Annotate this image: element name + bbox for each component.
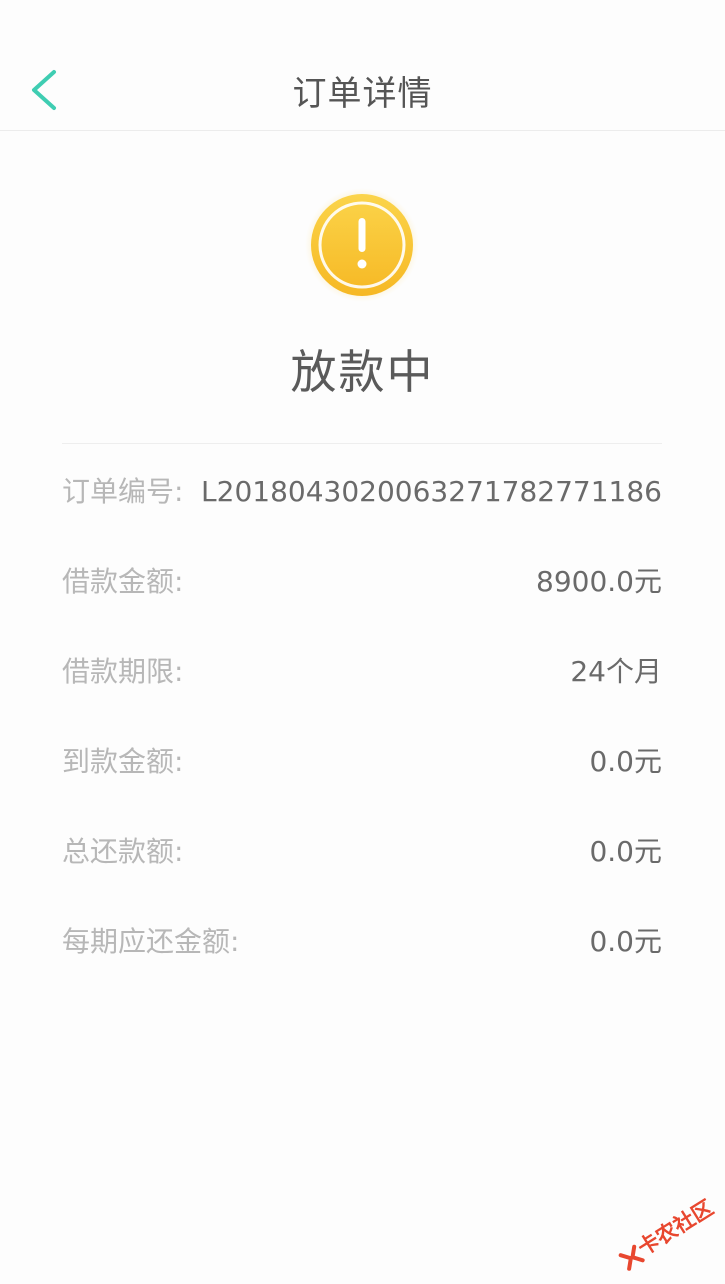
detail-row-order-no: 订单编号: L2018043020063271782771186 — [62, 462, 662, 552]
loan-amount-value: 8900.0元 — [536, 565, 662, 598]
total-repay-value: 0.0元 — [589, 835, 662, 868]
received-amount-value: 0.0元 — [589, 745, 662, 778]
order-detail-page: 订单详情 放款中 订单编号: L201804302006327178277118… — [0, 0, 725, 1284]
divider — [62, 443, 662, 444]
detail-row-total-repay: 总还款额: 0.0元 — [62, 822, 662, 912]
detail-row-received-amount: 到款金额: 0.0元 — [62, 732, 662, 822]
order-number-value: L2018043020063271782771186 — [201, 475, 662, 508]
watermark: 卡农社区 — [597, 1173, 725, 1284]
per-period-repay-value: 0.0元 — [589, 925, 662, 958]
detail-label: 每期应还金额: — [62, 925, 240, 958]
detail-label: 借款期限: — [62, 655, 184, 688]
detail-label: 总还款额: — [62, 835, 184, 868]
page-title: 订单详情 — [292, 74, 433, 114]
detail-label: 借款金额: — [62, 565, 184, 598]
watermark-text: 卡农社区 — [633, 1195, 718, 1261]
warning-exclamation-icon — [305, 188, 419, 302]
loan-term-value: 24个月 — [570, 655, 662, 688]
navigation-bar: 订单详情 — [0, 52, 725, 131]
detail-row-loan-amount: 借款金额: 8900.0元 — [62, 552, 662, 642]
order-details-list: 订单编号: L2018043020063271782771186 借款金额: 8… — [62, 462, 662, 1002]
detail-label: 订单编号: — [62, 475, 184, 508]
detail-row-per-period-repay: 每期应还金额: 0.0元 — [62, 912, 662, 1002]
detail-row-loan-term: 借款期限: 24个月 — [62, 642, 662, 732]
detail-label: 到款金额: — [62, 745, 184, 778]
status-text: 放款中 — [290, 345, 435, 399]
